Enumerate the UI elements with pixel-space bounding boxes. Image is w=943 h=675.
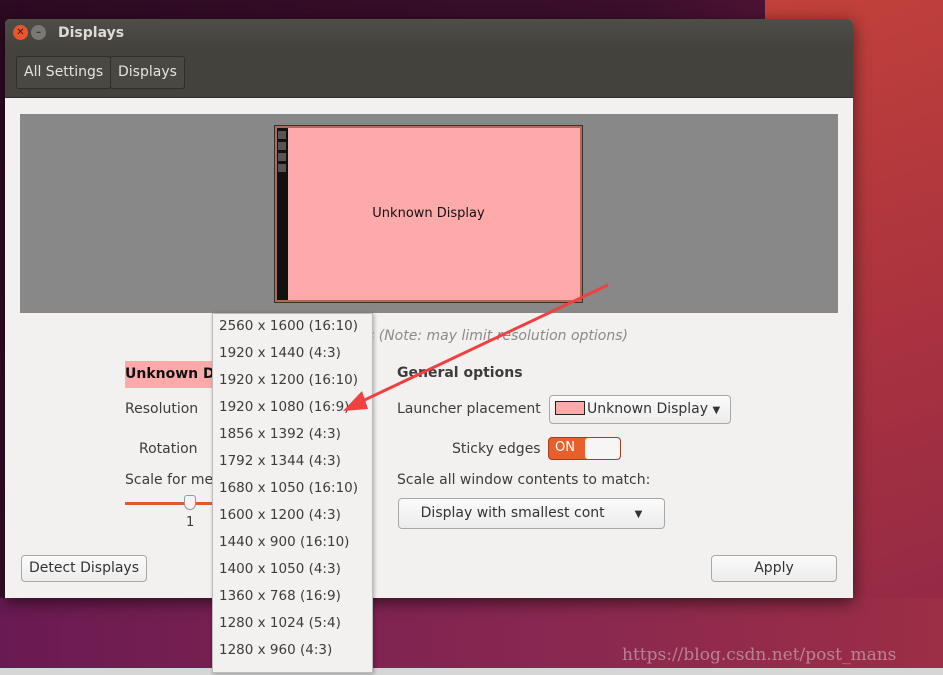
- arrow-head: [343, 391, 368, 411]
- watermark: https://blog.csdn.net/post_mans: [622, 645, 897, 665]
- arrow-line: [355, 283, 609, 406]
- annotation-arrow: [343, 283, 609, 411]
